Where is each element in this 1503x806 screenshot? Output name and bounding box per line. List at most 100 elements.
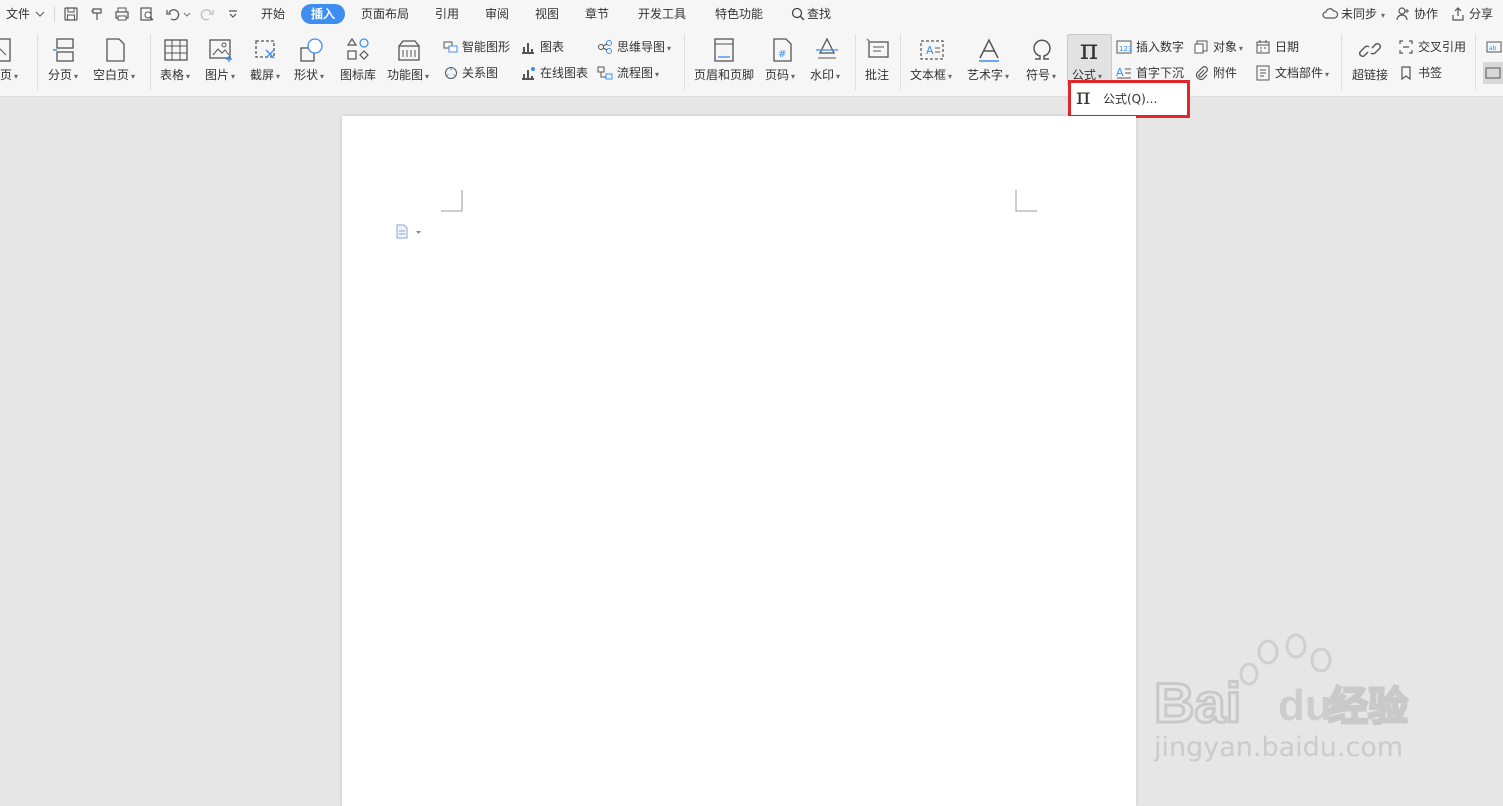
formula-menu-item[interactable]: 公式(Q)... xyxy=(1103,92,1157,106)
header-footer-label[interactable]: 页眉和页脚 xyxy=(694,67,754,83)
search-icon[interactable] xyxy=(790,6,806,22)
tab-insert[interactable]: 插入 xyxy=(301,4,345,24)
tab-section[interactable]: 章节 xyxy=(585,6,609,22)
relation-chart-icon[interactable] xyxy=(443,65,459,81)
page-break-label[interactable]: 分页 ▾ xyxy=(48,67,78,85)
pi-icon[interactable]: π xyxy=(1076,85,1090,111)
function-chart-label[interactable]: 功能图 ▾ xyxy=(387,67,429,85)
table-icon[interactable] xyxy=(162,36,190,64)
shape-icon[interactable] xyxy=(298,36,326,64)
mind-map-label[interactable]: 思维导图 ▾ xyxy=(617,39,671,57)
tab-view[interactable]: 视图 xyxy=(535,6,559,22)
symbol-icon[interactable] xyxy=(1028,36,1056,64)
comment-icon[interactable] xyxy=(864,36,892,64)
layout-toggle-icon[interactable] xyxy=(1483,62,1503,84)
tab-home[interactable]: 开始 xyxy=(261,6,285,22)
blank-page-icon[interactable] xyxy=(101,36,129,64)
object-label[interactable]: 对象 ▾ xyxy=(1213,39,1243,57)
print-preview-icon[interactable] xyxy=(138,5,156,23)
doc-parts-label[interactable]: 文档部件 ▾ xyxy=(1275,65,1329,83)
collaborate-label[interactable]: 协作 xyxy=(1414,6,1438,22)
tab-page-layout[interactable]: 页面布局 xyxy=(361,6,409,22)
insert-number-label[interactable]: 插入数字 xyxy=(1136,39,1184,55)
table-label[interactable]: 表格 ▾ xyxy=(160,67,190,85)
online-chart-label[interactable]: 在线图表 xyxy=(540,65,588,81)
icon-library-label[interactable]: 图标库 xyxy=(340,67,376,83)
tab-special-features[interactable]: 特色功能 xyxy=(715,6,763,22)
flowchart-label[interactable]: 流程图 ▾ xyxy=(617,65,659,83)
picture-label[interactable]: 图片 ▾ xyxy=(205,67,235,85)
wordart-label[interactable]: 艺术字 ▾ xyxy=(967,67,1009,85)
text-frame-icon[interactable]: ab xyxy=(1486,39,1502,55)
insert-number-icon[interactable]: 123 xyxy=(1116,39,1132,55)
customize-toolbar-icon[interactable] xyxy=(224,5,242,23)
function-chart-icon[interactable] xyxy=(395,36,423,64)
relation-chart-label[interactable]: 关系图 xyxy=(462,65,498,81)
svg-text:A: A xyxy=(1116,66,1124,79)
wordart-icon[interactable] xyxy=(975,36,1003,64)
screenshot-label[interactable]: 截屏 ▾ xyxy=(250,67,280,85)
cross-reference-icon[interactable] xyxy=(1398,39,1414,55)
chart-label[interactable]: 图表 xyxy=(540,39,564,55)
undo-dropdown-icon[interactable] xyxy=(182,5,192,23)
comment-label[interactable]: 批注 xyxy=(865,67,889,83)
search-label[interactable]: 查找 xyxy=(807,6,831,22)
redo-icon[interactable] xyxy=(198,5,216,23)
smart-art-icon[interactable] xyxy=(443,39,459,55)
sync-status[interactable]: 未同步 xyxy=(1341,6,1377,22)
tab-review[interactable]: 审阅 xyxy=(485,6,509,22)
page-number-label[interactable]: 页码 ▾ xyxy=(765,67,795,85)
file-menu[interactable]: 文件 xyxy=(6,6,30,22)
cloud-icon[interactable] xyxy=(1321,6,1339,22)
page-number-icon[interactable]: # xyxy=(768,36,796,64)
doc-parts-icon[interactable] xyxy=(1255,65,1271,81)
share-icon[interactable] xyxy=(1450,6,1466,22)
symbol-label[interactable]: 符号 ▾ xyxy=(1026,67,1056,85)
page-break-icon[interactable] xyxy=(51,36,79,64)
screenshot-icon[interactable] xyxy=(252,36,280,64)
date-icon[interactable] xyxy=(1255,39,1271,55)
blank-page-label[interactable]: 空白页 ▾ xyxy=(93,67,135,85)
chart-icon[interactable] xyxy=(520,39,536,55)
drop-cap-label[interactable]: 首字下沉 xyxy=(1136,65,1184,81)
bookmark-icon[interactable] xyxy=(1398,65,1414,81)
watermark-icon[interactable] xyxy=(813,36,841,64)
tab-references[interactable]: 引用 xyxy=(435,6,459,22)
hyperlink-icon[interactable] xyxy=(1356,36,1384,64)
pi-icon[interactable]: π xyxy=(1074,35,1104,65)
cover-page-label[interactable]: 页 ▾ xyxy=(0,67,18,85)
mind-map-icon[interactable] xyxy=(597,39,613,55)
picture-icon[interactable] xyxy=(207,36,235,64)
chevron-down-icon[interactable] xyxy=(34,6,46,24)
smart-art-label[interactable]: 智能图形 xyxy=(462,39,510,55)
save-icon[interactable] xyxy=(62,5,80,23)
chevron-down-icon[interactable]: ▾ xyxy=(1381,8,1385,24)
flowchart-icon[interactable] xyxy=(597,65,613,81)
hyperlink-label[interactable]: 超链接 xyxy=(1352,67,1388,83)
print-icon[interactable] xyxy=(113,5,131,23)
collaborate-icon[interactable] xyxy=(1395,6,1411,22)
margin-corner-top-right xyxy=(1015,190,1037,212)
attachment-label[interactable]: 附件 xyxy=(1213,65,1237,81)
undo-icon[interactable] xyxy=(164,5,182,23)
shape-label[interactable]: 形状 ▾ xyxy=(294,67,324,85)
icon-library-icon[interactable] xyxy=(344,36,372,64)
tab-developer[interactable]: 开发工具 xyxy=(638,6,686,22)
cover-page-icon[interactable] xyxy=(0,36,16,64)
format-painter-icon[interactable] xyxy=(88,5,106,23)
online-chart-icon[interactable] xyxy=(520,65,536,81)
textbox-label[interactable]: 文本框 ▾ xyxy=(910,67,952,85)
date-label[interactable]: 日期 xyxy=(1275,39,1299,55)
drop-cap-icon[interactable]: A xyxy=(1116,65,1132,81)
object-icon[interactable] xyxy=(1193,39,1209,55)
cross-reference-label[interactable]: 交叉引用 xyxy=(1418,39,1466,55)
watermark-label[interactable]: 水印 ▾ xyxy=(810,67,840,85)
paperclip-icon[interactable] xyxy=(1193,65,1209,81)
ribbon-divider xyxy=(684,34,685,90)
bookmark-label[interactable]: 书签 xyxy=(1418,65,1442,81)
share-label[interactable]: 分享 xyxy=(1469,6,1493,22)
document-page[interactable] xyxy=(342,116,1136,806)
textbox-icon[interactable]: A xyxy=(918,36,946,64)
paste-options-icon[interactable] xyxy=(395,224,425,240)
header-footer-icon[interactable] xyxy=(710,36,738,64)
